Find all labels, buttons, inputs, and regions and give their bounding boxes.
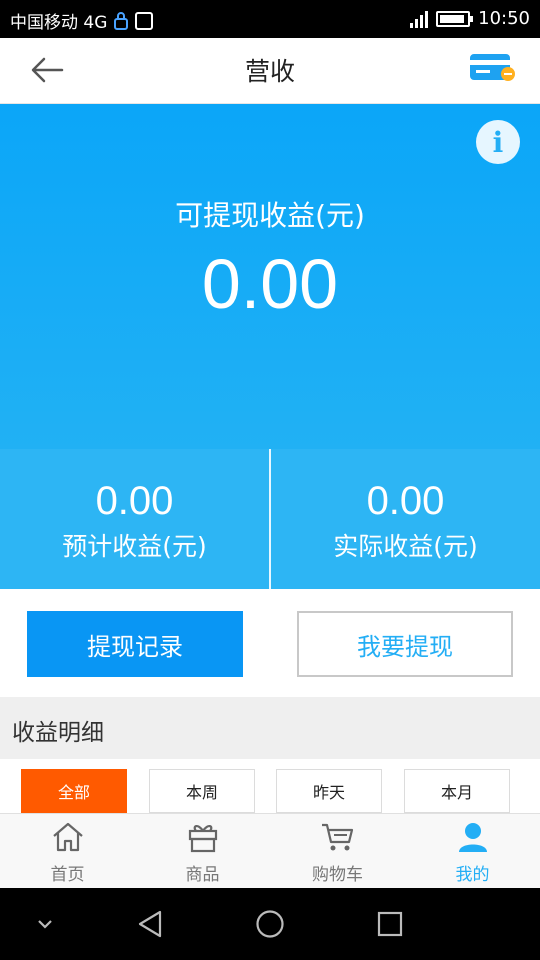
recents-square-icon[interactable] <box>376 908 404 940</box>
withdrawable-income-panel: i 可提现收益(元) 0.00 <box>0 104 540 449</box>
page-title: 营收 <box>244 57 295 86</box>
cart-icon <box>321 823 353 851</box>
info-icon[interactable]: i <box>476 120 520 164</box>
clock: 10:50 <box>478 8 530 29</box>
back-triangle-icon[interactable] <box>136 908 164 940</box>
gift-icon <box>188 825 217 853</box>
estimated-income-stat: 0.00 预计收益(元) <box>0 449 269 589</box>
tab-cart[interactable]: 购物车 <box>270 814 405 888</box>
estimated-income-value: 0.00 <box>95 479 174 523</box>
withdraw-button[interactable]: 我要提现 <box>297 611 513 677</box>
filter-all[interactable]: 全部 <box>21 769 127 813</box>
withdrawable-label: 可提现收益(元) <box>175 199 365 232</box>
app-header: 营收 <box>0 38 540 104</box>
tab-products-label: 商品 <box>185 865 220 885</box>
home-icon <box>52 822 83 852</box>
income-details-header: 收益明细 <box>0 697 540 759</box>
actual-income-label: 实际收益(元) <box>333 532 478 561</box>
tab-mine-label: 我的 <box>455 865 490 885</box>
tab-mine[interactable]: 我的 <box>405 814 540 888</box>
withdrawal-records-button[interactable]: 提现记录 <box>27 611 243 677</box>
image-notification-icon <box>135 11 154 30</box>
chevron-down-icon[interactable] <box>34 908 56 940</box>
withdrawable-amount: 0.00 <box>201 245 339 323</box>
battery-icon <box>436 10 474 27</box>
tab-cart-label: 购物车 <box>312 865 363 885</box>
actual-income-stat: 0.00 实际收益(元) <box>269 449 540 589</box>
status-bar: 中国移动 4G 10:50 <box>0 0 540 38</box>
tab-home[interactable]: 首页 <box>0 814 135 888</box>
tab-home-label: 首页 <box>50 865 85 885</box>
filter-this-month[interactable]: 本月 <box>404 769 510 813</box>
carrier-label: 中国移动 4G <box>10 13 108 33</box>
credit-card-icon[interactable] <box>470 52 516 86</box>
actual-income-value: 0.00 <box>366 479 445 523</box>
home-circle-icon[interactable] <box>254 908 286 940</box>
filter-yesterday[interactable]: 昨天 <box>276 769 382 813</box>
income-stats: 0.00 预计收益(元) 0.00 实际收益(元) <box>0 449 540 589</box>
estimated-income-label: 预计收益(元) <box>62 532 207 561</box>
income-details-title: 收益明细 <box>12 720 104 746</box>
lock-icon <box>114 11 129 30</box>
system-nav-bar <box>0 888 540 960</box>
user-icon <box>458 823 487 852</box>
signal-icon <box>410 10 429 28</box>
bottom-tab-bar: 首页 商品 购物车 我的 <box>0 813 540 888</box>
filter-this-week[interactable]: 本周 <box>149 769 255 813</box>
tab-products[interactable]: 商品 <box>135 814 270 888</box>
period-filters: 全部 本周 昨天 本月 <box>0 759 540 813</box>
